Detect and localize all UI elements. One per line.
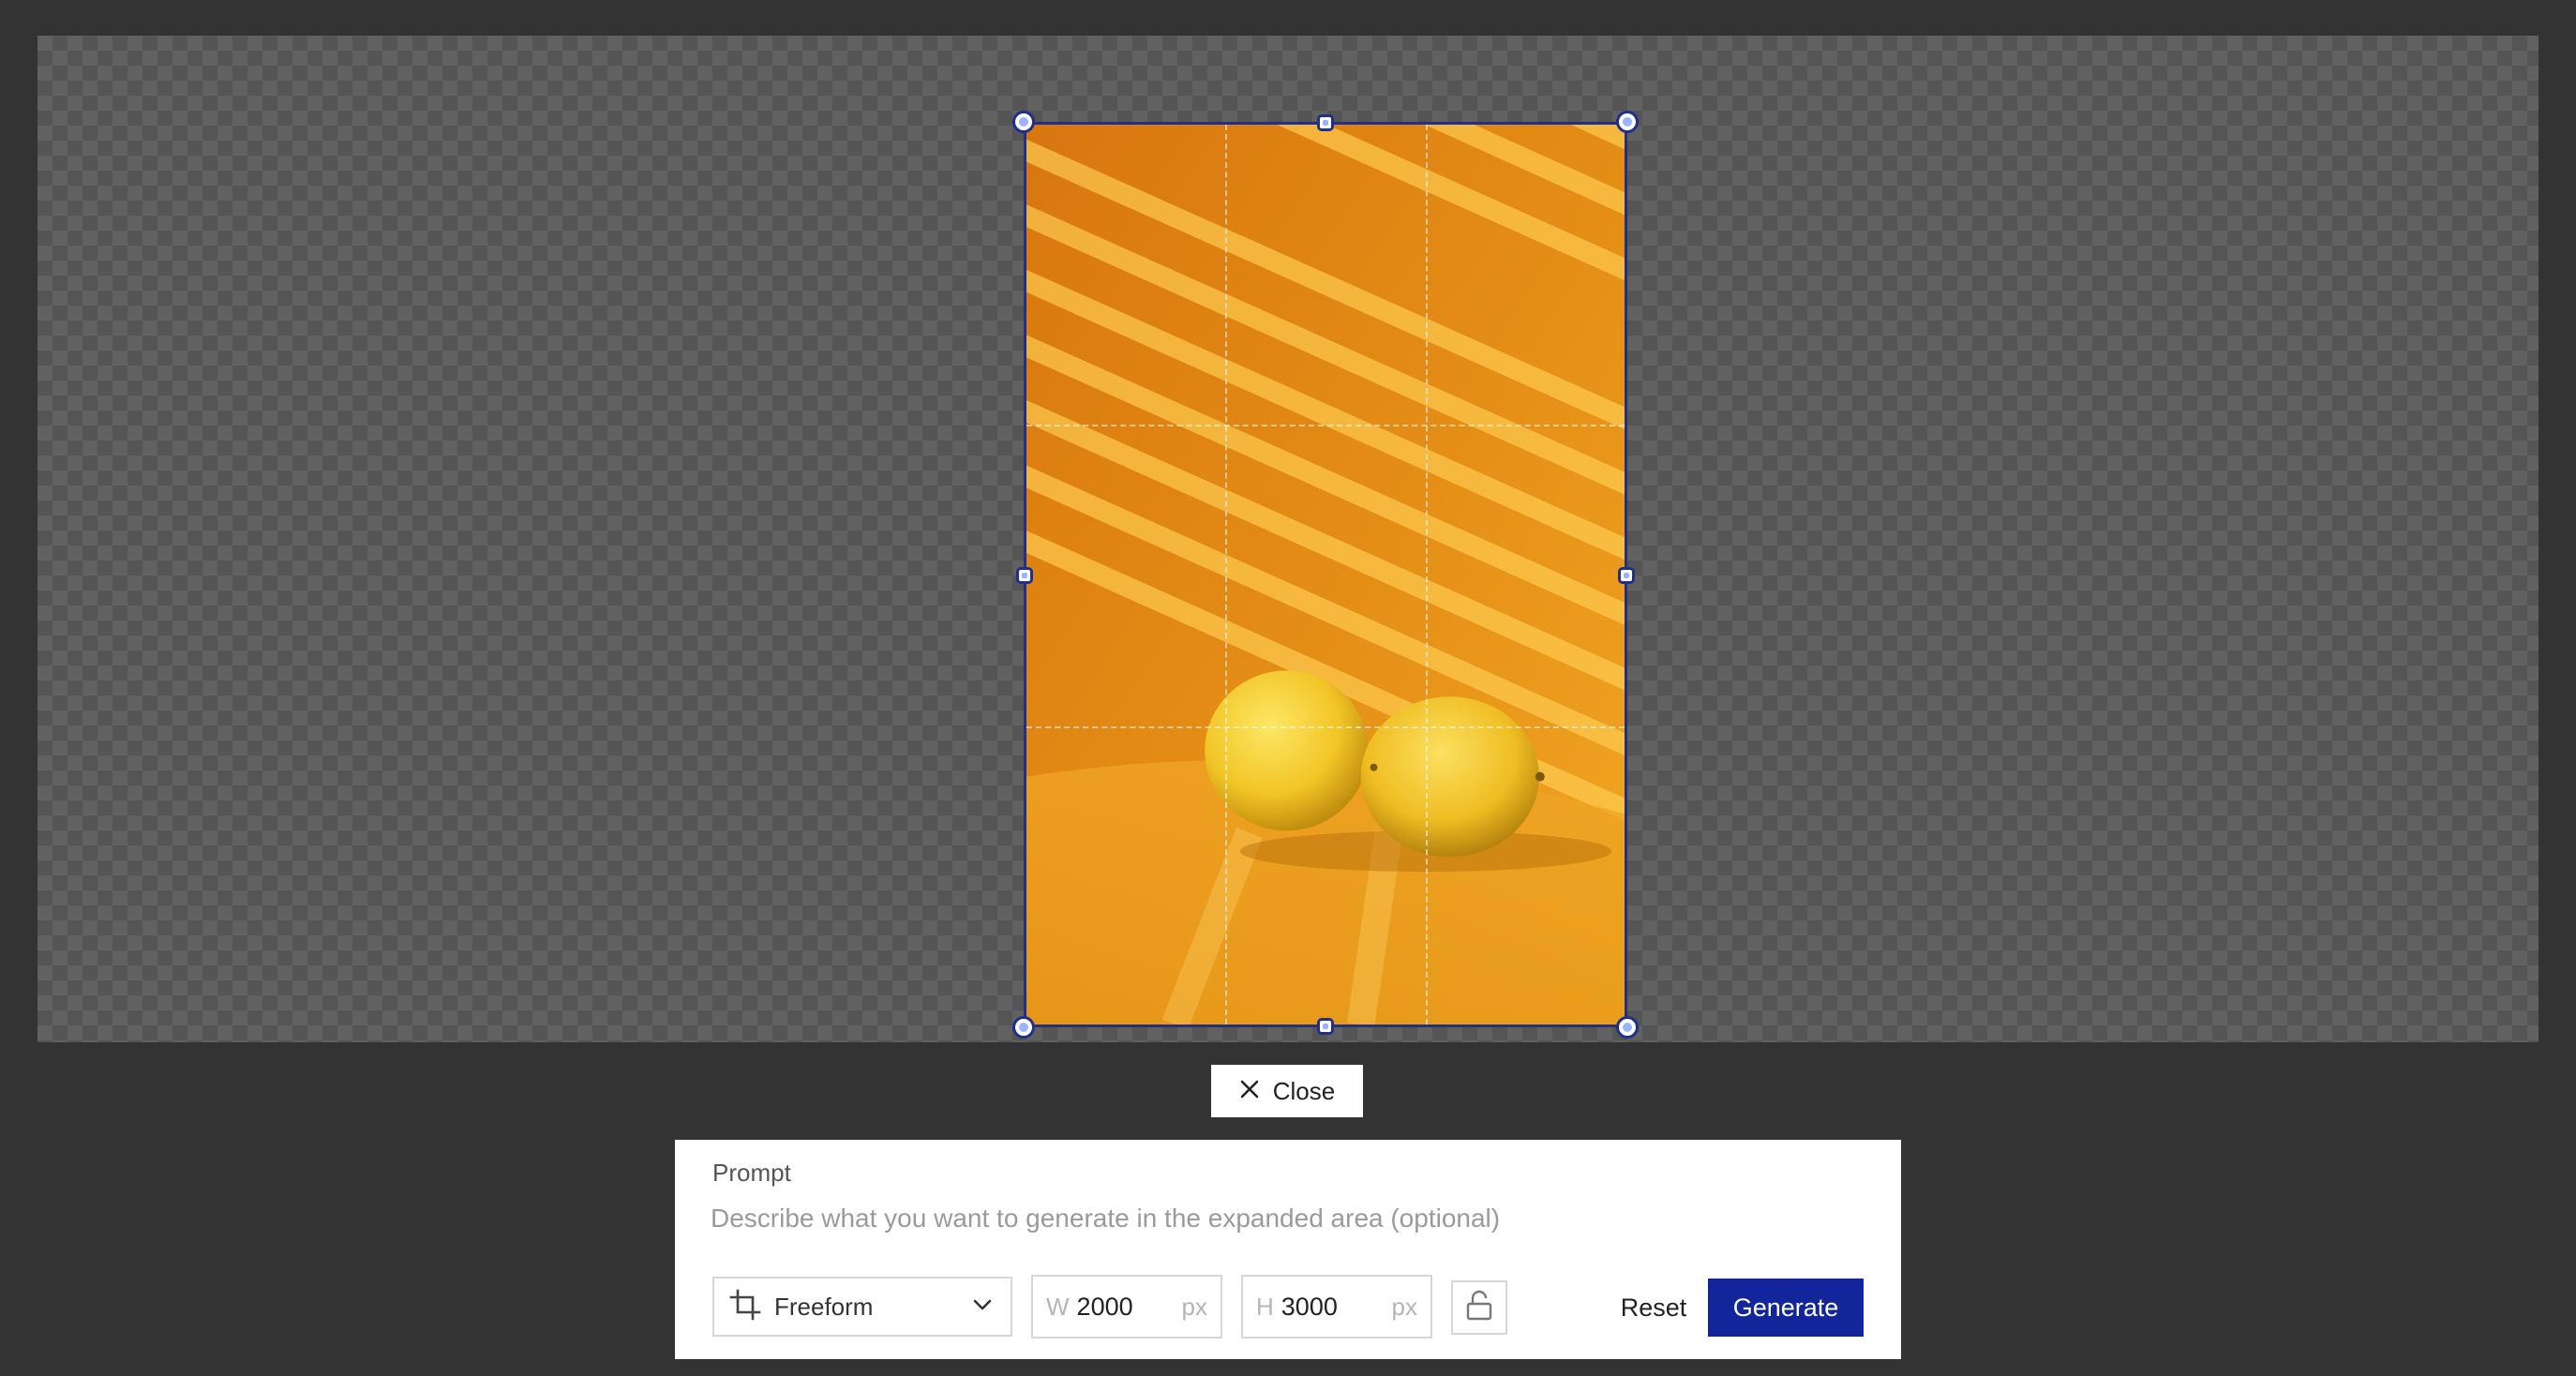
height-unit: px: [1391, 1292, 1417, 1321]
resize-handle-right[interactable]: [1618, 567, 1635, 584]
width-prefix: W: [1046, 1292, 1070, 1321]
close-button-label: Close: [1272, 1076, 1336, 1105]
width-value[interactable]: 2000: [1077, 1293, 1175, 1322]
resize-handle-top-left[interactable]: [1012, 111, 1035, 133]
width-field[interactable]: W 2000 px: [1031, 1275, 1222, 1339]
aspect-lock-toggle[interactable]: [1451, 1280, 1507, 1335]
resize-handle-bottom-left[interactable]: [1012, 1016, 1035, 1039]
crop-icon: [729, 1289, 761, 1325]
expand-canvas[interactable]: [37, 36, 2539, 1042]
generate-button[interactable]: Generate: [1708, 1279, 1864, 1337]
aspect-ratio-select[interactable]: Freeform: [712, 1277, 1012, 1337]
resize-handle-top-right[interactable]: [1616, 111, 1639, 133]
resize-handle-bottom[interactable]: [1317, 1018, 1334, 1035]
unlock-icon: [1464, 1290, 1494, 1326]
height-value[interactable]: 3000: [1281, 1293, 1385, 1322]
resize-handle-top[interactable]: [1317, 114, 1334, 131]
width-unit: px: [1181, 1292, 1207, 1321]
close-icon: [1239, 1079, 1260, 1104]
prompt-panel: Prompt Freeform W 2000 px H 3000: [675, 1140, 1901, 1359]
chevron-down-icon: [969, 1292, 996, 1323]
resize-handle-bottom-right[interactable]: [1616, 1016, 1639, 1039]
height-field[interactable]: H 3000 px: [1241, 1275, 1432, 1339]
lemons-photo: [1026, 125, 1625, 1025]
prompt-label: Prompt: [712, 1159, 791, 1187]
height-prefix: H: [1256, 1292, 1274, 1321]
close-button[interactable]: Close: [1211, 1065, 1363, 1117]
aspect-ratio-value: Freeform: [774, 1292, 874, 1321]
expand-editor: Close Prompt Freeform W 2000 px: [0, 0, 2576, 1376]
image-frame[interactable]: [1012, 111, 1639, 1039]
reset-button[interactable]: Reset: [1609, 1280, 1699, 1335]
prompt-input[interactable]: [711, 1198, 1854, 1239]
resize-handle-left[interactable]: [1016, 567, 1033, 584]
